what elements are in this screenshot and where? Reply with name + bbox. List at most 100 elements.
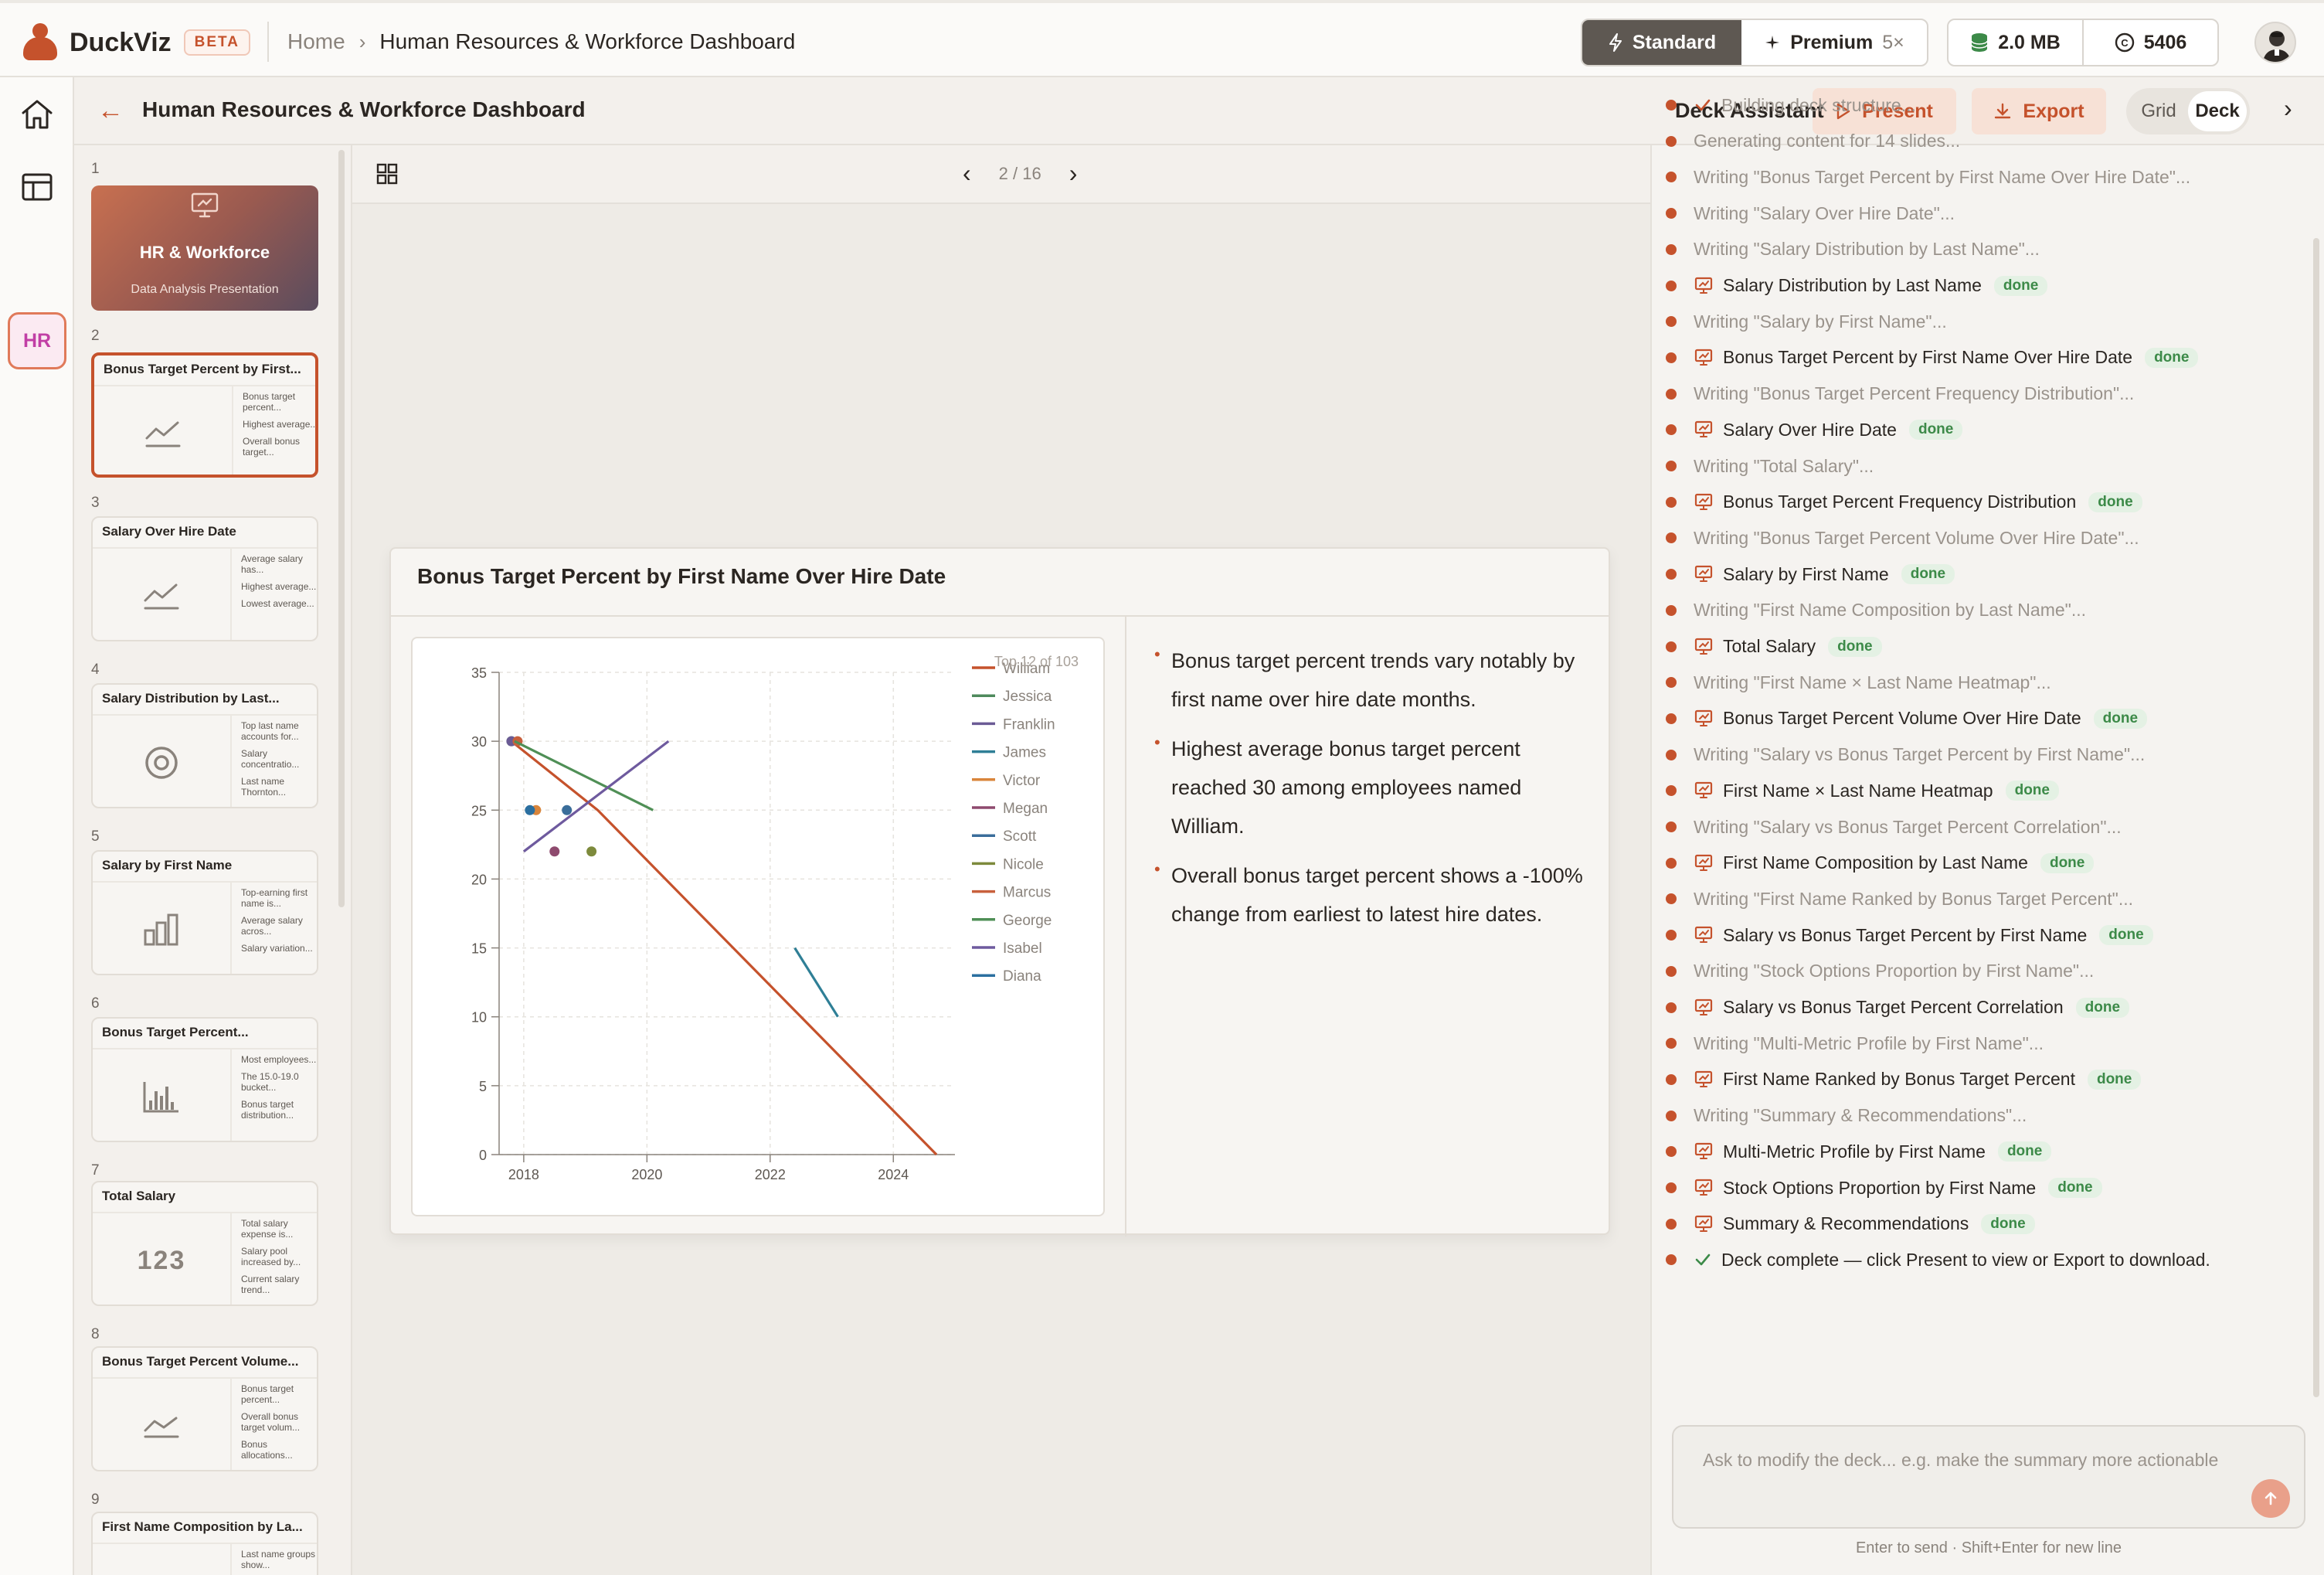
- home-icon: [22, 100, 53, 129]
- status-dot: [1666, 280, 1677, 291]
- status-dot: [1666, 1146, 1677, 1158]
- thumbnail-chart-area: [93, 1377, 230, 1470]
- slide-icon: [1694, 493, 1714, 512]
- assistant-log-item: Salary by First Name done: [1666, 559, 1955, 590]
- y-tick-label: 15: [471, 941, 487, 957]
- y-tick-label: 0: [479, 1148, 487, 1163]
- slide-icon: [1694, 1142, 1714, 1161]
- coin-icon: C: [2115, 32, 2134, 53]
- assistant-log-item: Salary vs Bonus Target Percent Correlati…: [1666, 992, 2130, 1023]
- slide-thumbnail[interactable]: Salary by First Name Top-earning first n…: [91, 850, 318, 975]
- thumbnail-bullet: Salary variation...: [241, 943, 313, 954]
- status-dot: [1666, 135, 1677, 147]
- assistant-log-text: Salary Distribution by Last Name: [1723, 275, 1982, 295]
- done-badge: done: [2075, 997, 2130, 1018]
- app-logo[interactable]: DuckViz BETA: [23, 23, 250, 62]
- thumbnail-bullet: Bonus target distribution...: [241, 1099, 294, 1121]
- thumbnail-bullet: Average salary acros...: [241, 915, 303, 937]
- slide-thumbnail[interactable]: Bonus Target Percent... Most employees..…: [91, 1017, 318, 1142]
- thumbnail-title: First Name Composition by La...: [102, 1519, 303, 1534]
- assistant-log-text: Writing "Bonus Target Percent Frequency …: [1694, 383, 2135, 404]
- thumbnail-bullet: Highest average...: [243, 419, 318, 430]
- breadcrumb-home[interactable]: Home: [287, 29, 345, 54]
- thumbnail-bullet: Bonus allocations...: [241, 1439, 293, 1461]
- slide-thumbnail[interactable]: First Name Composition by La... Last nam…: [91, 1512, 318, 1575]
- thumbnail-title: Salary Distribution by Last...: [102, 691, 280, 706]
- credits-meter[interactable]: C 5406: [2082, 20, 2217, 65]
- stage-toolbar: ‹ 2 / 16 ›: [352, 145, 1650, 204]
- legend-label: Scott: [1003, 828, 1037, 845]
- assistant-log-item: First Name × Last Name Heatmap done: [1666, 775, 2059, 806]
- status-dot: [1666, 677, 1677, 689]
- assistant-input-placeholder: Ask to modify the deck... e.g. make the …: [1703, 1450, 2219, 1470]
- thumbnail-chart-area: 123: [93, 1212, 230, 1305]
- slide-thumbnail[interactable]: Salary Distribution by Last... Top last …: [91, 683, 318, 808]
- assistant-log-item: Writing "First Name Composition by Last …: [1666, 595, 2086, 626]
- assistant-log-text: Summary & Recommendations: [1723, 1213, 1969, 1234]
- slide-icon: [1694, 781, 1714, 800]
- histogram-icon: [143, 1082, 178, 1113]
- assistant-scrollbar[interactable]: [2313, 238, 2319, 1397]
- breadcrumb: Home › Human Resources & Workforce Dashb…: [287, 29, 795, 54]
- status-dot: [1666, 243, 1677, 255]
- slide-icon: [1694, 420, 1714, 439]
- assistant-log-text: Writing "First Name Ranked by Bonus Targ…: [1694, 888, 2133, 909]
- slide-bullet: Overall bonus target percent shows a -10…: [1154, 850, 1595, 934]
- sparkle-icon: [1765, 36, 1780, 49]
- duck-logo-icon: [23, 23, 59, 62]
- status-dot: [1666, 532, 1677, 544]
- slide-thumbnail[interactable]: Total Salary 123 Total salary expense is…: [91, 1181, 318, 1306]
- status-dot: [1666, 208, 1677, 219]
- thumbnail-title: Bonus Target Percent...: [102, 1025, 249, 1039]
- kpi-icon: 123: [137, 1245, 186, 1275]
- thumbnail-bullets: Top-earning first name is... Average sal…: [230, 881, 317, 974]
- premium-plan-button[interactable]: Premium 5×: [1741, 20, 1927, 65]
- slide-list-scrollbar[interactable]: [338, 150, 345, 907]
- slide-thumbnail-active[interactable]: Bonus Target Percent by First... Bonus t…: [91, 352, 318, 478]
- assistant-log-item: Bonus Target Percent by First Name Over …: [1666, 342, 2199, 373]
- assistant-input[interactable]: Ask to modify the deck... e.g. make the …: [1672, 1425, 2305, 1529]
- assistant-log-item: Deck complete — click Present to view or…: [1666, 1244, 2210, 1275]
- chart-container: 0 5 10 15 20 25 30 35 2018 2020 2022 2024 William Jes…: [411, 637, 1105, 1216]
- done-badge: done: [2093, 708, 2148, 729]
- assistant-log-text: Salary by First Name: [1723, 563, 1889, 584]
- thumbnail-bullet: Overall bonus target volum...: [241, 1411, 301, 1433]
- beta-badge: BETA: [183, 29, 250, 56]
- slide-number: 3: [91, 495, 100, 511]
- previous-slide-icon[interactable]: ‹: [963, 159, 971, 188]
- slide-thumbnail[interactable]: Bonus Target Percent Volume... Bonus tar…: [91, 1346, 318, 1471]
- grid-icon[interactable]: [375, 162, 399, 185]
- assistant-log-text: Writing "Salary vs Bonus Target Percent …: [1694, 744, 2146, 765]
- slide-thumbnail[interactable]: HR & Workforce Data Analysis Presentatio…: [91, 185, 318, 311]
- legend-label: George: [1003, 913, 1052, 929]
- current-slide: Bonus Target Percent by First Name Over …: [389, 547, 1610, 1237]
- assistant-log-text: First Name × Last Name Heatmap: [1723, 780, 1993, 801]
- user-avatar[interactable]: [2254, 22, 2296, 63]
- send-button[interactable]: [2251, 1479, 2290, 1518]
- assistant-log-text: Writing "Bonus Target Percent Volume Ove…: [1694, 527, 2139, 548]
- thumbnail-bullets: Total salary expense is... Salary pool i…: [230, 1212, 317, 1305]
- rail-tables-button[interactable]: [12, 162, 62, 212]
- assistant-log-item: Bonus Target Percent Frequency Distribut…: [1666, 487, 2142, 518]
- assistant-log-item: Writing "Salary vs Bonus Target Percent …: [1666, 740, 2145, 770]
- status-dot: [1666, 965, 1677, 977]
- next-slide-icon[interactable]: ›: [1069, 159, 1078, 188]
- usage-meters: 2.0 MB C 5406: [1947, 19, 2219, 66]
- storage-meter[interactable]: 2.0 MB: [1949, 20, 2082, 65]
- slide-number: 1: [91, 161, 100, 177]
- done-badge: done: [1901, 564, 1955, 585]
- slide-thumbnail[interactable]: Salary Over Hire Date Average salary has…: [91, 516, 318, 641]
- back-arrow-icon[interactable]: ←: [97, 96, 124, 126]
- line-chart-icon: [144, 583, 179, 610]
- thumbnail-chart-area: [93, 1543, 230, 1575]
- thumbnail-bullet: Bonus target percent...: [243, 391, 296, 413]
- legend-label: Nicole: [1003, 856, 1044, 873]
- standard-plan-button[interactable]: Standard: [1582, 20, 1741, 65]
- assistant-log-item: Generating content for 14 slides...: [1666, 126, 1960, 157]
- y-tick-label: 5: [479, 1079, 487, 1094]
- series-line-james: [793, 947, 839, 1018]
- donut-chart-icon: [142, 1572, 181, 1575]
- rail-home-button[interactable]: [12, 90, 62, 139]
- y-tick-label: 20: [471, 872, 487, 887]
- rail-hr-workspace[interactable]: HR: [8, 312, 66, 369]
